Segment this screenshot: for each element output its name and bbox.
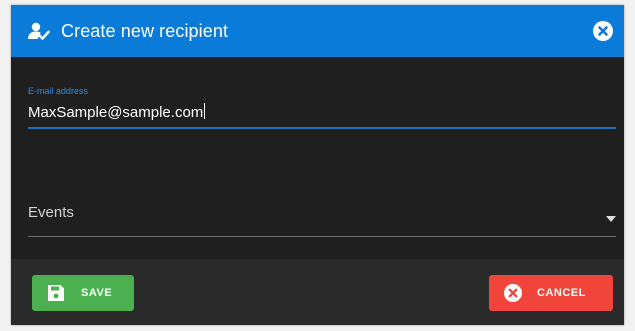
- save-button-label: SAVE: [81, 287, 113, 299]
- create-recipient-dialog: Create new recipient E-mail address MaxS…: [11, 5, 624, 325]
- close-button[interactable]: [593, 21, 613, 41]
- events-select-underline: [28, 236, 616, 237]
- dialog-footer: SAVE CANCEL: [11, 259, 624, 325]
- email-field-label: E-mail address: [28, 86, 89, 96]
- email-field-underline: [28, 127, 616, 129]
- dropdown-arrow-icon[interactable]: [606, 209, 616, 222]
- cancel-button-label: CANCEL: [537, 287, 586, 299]
- close-circle-icon: [504, 284, 522, 305]
- events-select-label: Events: [28, 204, 74, 221]
- close-icon: [598, 26, 608, 36]
- text-caret: [204, 103, 206, 119]
- cancel-button[interactable]: CANCEL: [489, 275, 613, 311]
- events-select[interactable]: Events: [28, 200, 616, 240]
- add-user-icon: [28, 22, 50, 40]
- dialog-title: Create new recipient: [61, 21, 229, 41]
- email-field[interactable]: E-mail address MaxSample@sample.com: [28, 83, 616, 133]
- email-input-value: MaxSample@sample.com: [28, 104, 204, 121]
- save-button[interactable]: SAVE: [32, 275, 134, 311]
- dialog-header: Create new recipient: [11, 5, 624, 57]
- email-input[interactable]: MaxSample@sample.com: [28, 103, 206, 122]
- floppy-disk-icon: [47, 284, 65, 305]
